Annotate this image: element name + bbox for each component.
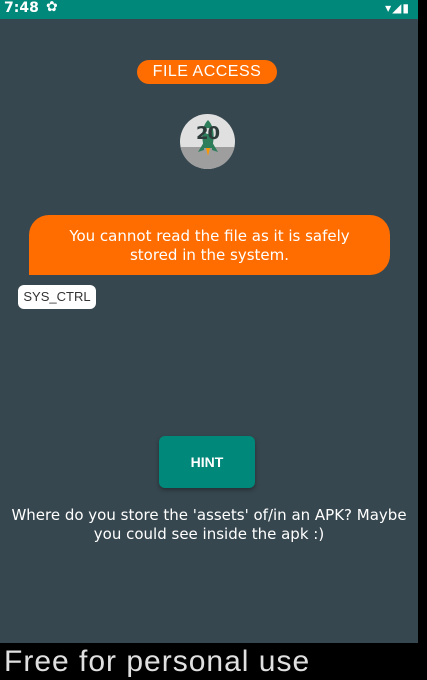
app-logo: 20 <box>180 114 235 169</box>
status-bar: 7:48 ✿ ▾◢▮ <box>0 0 418 19</box>
status-time: 7:48 <box>4 0 39 16</box>
message-bubble: You cannot read the file as it is safely… <box>29 215 390 275</box>
page-title: FILE ACCESS <box>137 60 277 84</box>
hint-button[interactable]: HINT <box>159 436 255 488</box>
message-text: You cannot read the file as it is safely… <box>69 227 350 264</box>
logo-text: 20 <box>195 123 220 144</box>
hint-text: Where do you store the 'assets' of/in an… <box>11 506 407 543</box>
sys-ctrl-tag: SYS_CTRL <box>18 285 96 309</box>
watermark: Free for personal use <box>4 645 311 678</box>
app-screen: FILE ACCESS 20 You cannot read the file … <box>0 19 418 643</box>
status-icons: ▾◢▮ <box>385 1 410 15</box>
gear-icon: ✿ <box>46 0 58 15</box>
screen-edge <box>418 0 427 663</box>
